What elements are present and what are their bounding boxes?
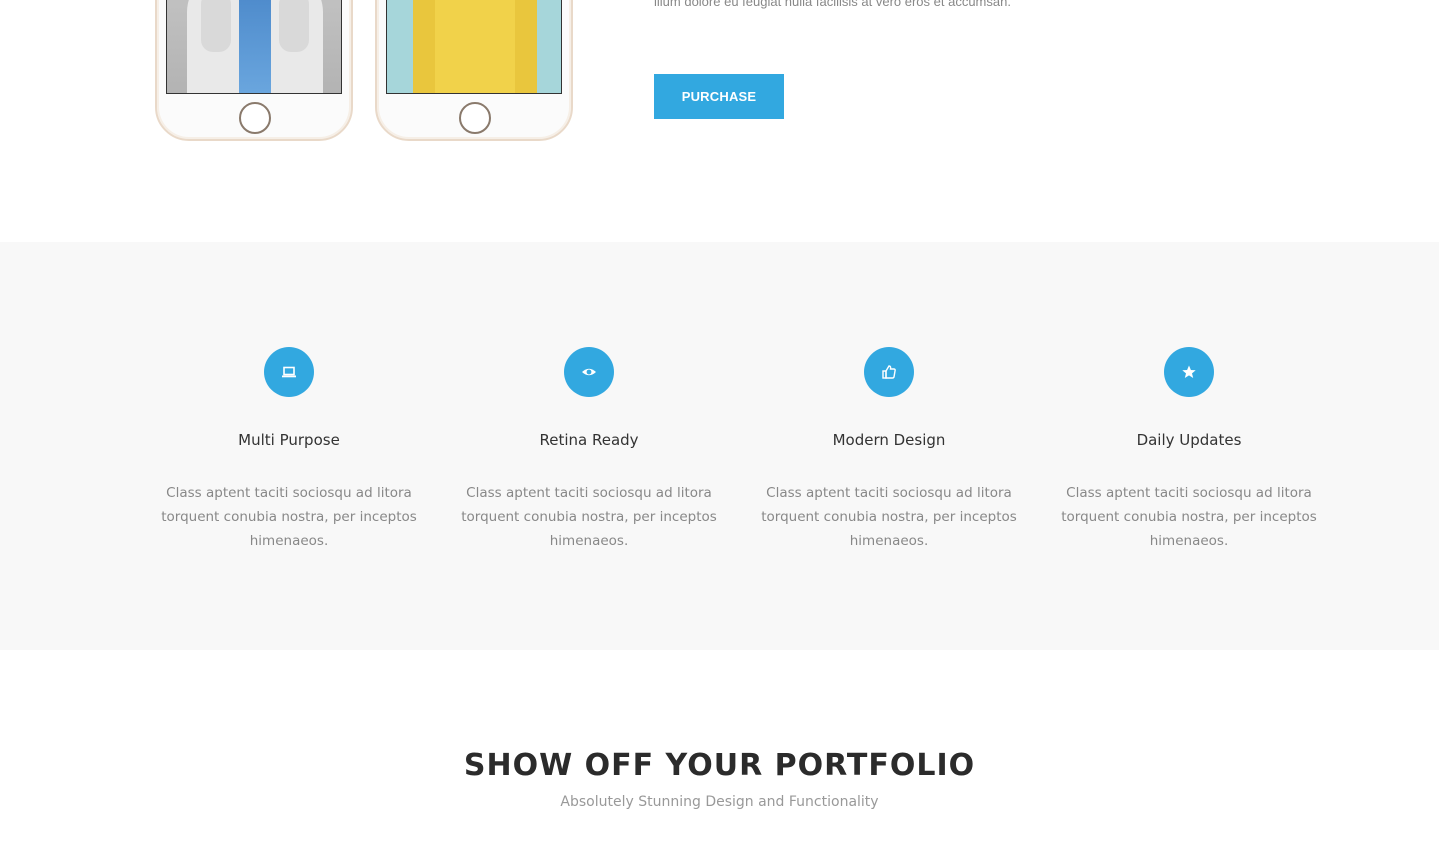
home-button-icon xyxy=(459,102,491,134)
product-description: illum dolore eu feugiat nulla facilisis … xyxy=(654,0,1011,9)
phone-screen-image xyxy=(166,0,342,94)
phone-mockup-left xyxy=(155,0,353,141)
feature-description: Class aptent taciti sociosqu ad litora t… xyxy=(761,485,1017,549)
feature-description: Class aptent taciti sociosqu ad litora t… xyxy=(161,485,417,549)
eye-icon xyxy=(564,347,614,397)
laptop-icon xyxy=(264,347,314,397)
section-subheading: Absolutely Stunning Design and Functiona… xyxy=(560,794,879,810)
feature-description: Class aptent taciti sociosqu ad litora t… xyxy=(461,485,717,549)
features-section: Multi Purpose Class aptent taciti socios… xyxy=(0,242,1439,650)
phone-mockup-right xyxy=(375,0,573,141)
portfolio-section: SHOW OFF YOUR PORTFOLIO Absolutely Stunn… xyxy=(0,650,1439,858)
purchase-button[interactable]: PURCHASE xyxy=(654,74,784,119)
section-heading: SHOW OFF YOUR PORTFOLIO xyxy=(463,748,976,783)
feature-title: Multi Purpose xyxy=(238,431,340,449)
feature-title: Retina Ready xyxy=(539,431,639,449)
star-icon xyxy=(1164,347,1214,397)
phone-screen-image xyxy=(386,0,562,94)
home-button-icon xyxy=(239,102,271,134)
product-section: illum dolore eu feugiat nulla facilisis … xyxy=(0,0,1439,242)
feature-title: Modern Design xyxy=(832,431,946,449)
feature-description: Class aptent taciti sociosqu ad litora t… xyxy=(1061,485,1317,549)
feature-title: Daily Updates xyxy=(1136,431,1242,449)
thumbs-up-icon xyxy=(864,347,914,397)
